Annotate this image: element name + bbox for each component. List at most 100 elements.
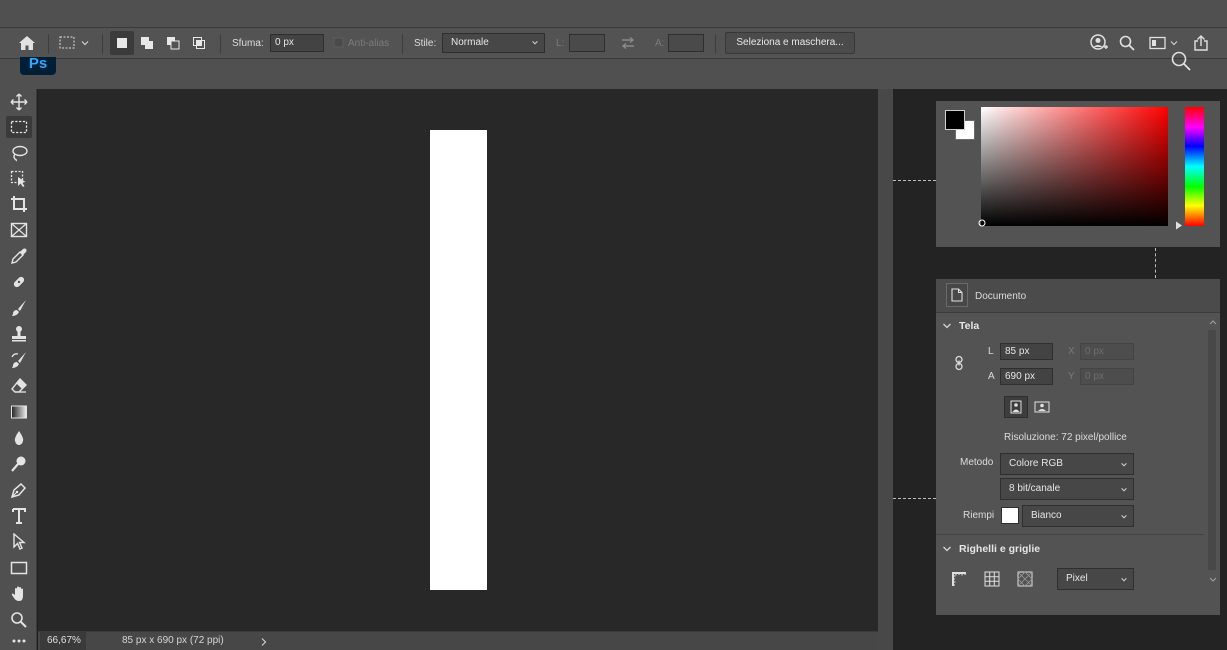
- swap-arrows-icon: [621, 36, 635, 50]
- color-saturation-field[interactable]: [981, 107, 1168, 226]
- share-user-button[interactable]: [1089, 28, 1109, 58]
- eyedropper-tool[interactable]: [6, 245, 32, 267]
- intersect-selection-button[interactable]: [188, 32, 210, 54]
- dodge-icon: [11, 456, 26, 472]
- lasso-tool[interactable]: [6, 142, 32, 164]
- portrait-orientation-button[interactable]: [1004, 396, 1028, 418]
- color-mode-value: Colore RGB: [1009, 458, 1063, 469]
- move-tool[interactable]: [6, 91, 32, 113]
- search-icon: [1119, 35, 1135, 51]
- rectangular-marquee-tool[interactable]: [6, 116, 32, 138]
- document-tabs-bar: [0, 59, 1227, 89]
- color-mode-select[interactable]: Colore RGB: [1000, 453, 1134, 475]
- frame-tool[interactable]: [6, 219, 32, 241]
- guides-toggle-button[interactable]: [1015, 569, 1035, 589]
- bit-depth-select[interactable]: 8 bit/canale: [1000, 478, 1134, 500]
- grid-icon: [984, 571, 1000, 587]
- chevron-down-icon: [1121, 463, 1127, 467]
- marquee-preset-icon: [59, 36, 75, 49]
- canvas-height-label: A: [988, 371, 995, 382]
- chevron-down-icon[interactable]: [942, 321, 952, 331]
- ruler-icon: [952, 572, 966, 586]
- zoom-icon: [11, 612, 27, 628]
- document-tab-icon[interactable]: [946, 283, 968, 307]
- clone-stamp-tool[interactable]: [6, 323, 32, 345]
- vertical-scrollbar[interactable]: [878, 89, 893, 650]
- healing-brush-tool[interactable]: [6, 271, 32, 293]
- water-drop-icon: [14, 431, 24, 445]
- hand-tool[interactable]: [6, 583, 32, 605]
- zoom-tool[interactable]: [6, 609, 32, 631]
- canvas-section-title[interactable]: Tela: [959, 320, 979, 332]
- width-input[interactable]: [569, 34, 605, 52]
- add-to-selection-button[interactable]: [136, 32, 158, 54]
- landscape-orientation-button[interactable]: [1031, 396, 1053, 418]
- dodge-tool[interactable]: [6, 453, 32, 475]
- separator: [220, 34, 221, 54]
- antialias-checkbox[interactable]: Anti-alias: [333, 28, 389, 58]
- canvas-y-input[interactable]: 0 px: [1080, 368, 1134, 385]
- tool-preset-picker[interactable]: [58, 28, 90, 58]
- height-input[interactable]: [668, 34, 704, 52]
- document-canvas[interactable]: [430, 130, 487, 590]
- marquee-icon: [10, 120, 28, 134]
- chevron-down-icon: [1121, 488, 1127, 492]
- chevron-up-icon[interactable]: [1208, 318, 1218, 326]
- foreground-color-swatch[interactable]: [945, 110, 965, 130]
- fill-select[interactable]: Bianco: [1022, 505, 1134, 527]
- user-plus-icon: [1090, 34, 1108, 50]
- new-selection-button[interactable]: [110, 31, 134, 55]
- canvas-width-input[interactable]: 85 px: [1000, 343, 1053, 360]
- chevron-right-icon[interactable]: [260, 637, 268, 647]
- zoom-level[interactable]: 66,67%: [40, 632, 86, 650]
- style-select[interactable]: Normale: [442, 33, 545, 53]
- path-selection-tool[interactable]: [6, 531, 32, 553]
- type-t-icon: [12, 508, 26, 524]
- search-button[interactable]: [1119, 28, 1135, 58]
- chevron-down-icon[interactable]: [1208, 576, 1218, 584]
- home-button[interactable]: [16, 28, 38, 58]
- section-divider: [936, 534, 1204, 535]
- brush-tool[interactable]: [6, 297, 32, 319]
- canvas-x-input[interactable]: 0 px: [1080, 343, 1134, 360]
- pen-tool[interactable]: [6, 479, 32, 501]
- hue-slider-handle[interactable]: [1175, 221, 1183, 230]
- hue-slider[interactable]: [1185, 107, 1204, 226]
- history-brush-tool[interactable]: [6, 349, 32, 371]
- canvas-area[interactable]: [38, 89, 878, 631]
- rulers-grids-section-title[interactable]: Righelli e griglie: [959, 543, 1040, 555]
- search-icon: [1171, 51, 1191, 71]
- portrait-icon: [1010, 400, 1022, 414]
- select-and-mask-button[interactable]: Seleziona e maschera...: [725, 32, 855, 54]
- object-selection-icon: [10, 170, 26, 187]
- eraser-tool[interactable]: [6, 375, 32, 397]
- bit-depth-value: 8 bit/canale: [1009, 483, 1061, 494]
- fill-color-swatch[interactable]: [1001, 507, 1019, 524]
- object-selection-tool[interactable]: [6, 168, 32, 190]
- intersect-selection-icon: [193, 37, 205, 49]
- document-icon: [951, 288, 963, 302]
- type-tool[interactable]: [6, 505, 32, 527]
- grid-toggle-button[interactable]: [982, 569, 1002, 589]
- more-tools-button[interactable]: [6, 634, 32, 648]
- blur-tool[interactable]: [6, 427, 32, 449]
- stamp-icon: [12, 326, 26, 342]
- selection-guide: [893, 498, 936, 499]
- width-label: L:: [556, 37, 565, 49]
- subtract-from-selection-button[interactable]: [162, 32, 184, 54]
- document-tab-title: Documento: [975, 291, 1027, 302]
- link-chain-icon[interactable]: [953, 355, 965, 371]
- gradient-tool[interactable]: [6, 401, 32, 423]
- crop-tool[interactable]: [6, 193, 32, 215]
- canvas-height-input[interactable]: 690 px: [1000, 368, 1053, 385]
- share-button[interactable]: [1193, 28, 1209, 58]
- rulers-toggle-button[interactable]: [949, 569, 969, 589]
- chevron-down-icon[interactable]: [942, 544, 952, 554]
- swap-dimensions-button[interactable]: [619, 28, 637, 58]
- rectangle-tool[interactable]: [6, 557, 32, 579]
- properties-scroll-thumb[interactable]: [1208, 330, 1216, 570]
- feather-input[interactable]: 0 px: [270, 34, 324, 52]
- separator: [715, 34, 716, 54]
- antialias-label: Anti-alias: [348, 37, 390, 49]
- units-select[interactable]: Pixel: [1057, 568, 1134, 590]
